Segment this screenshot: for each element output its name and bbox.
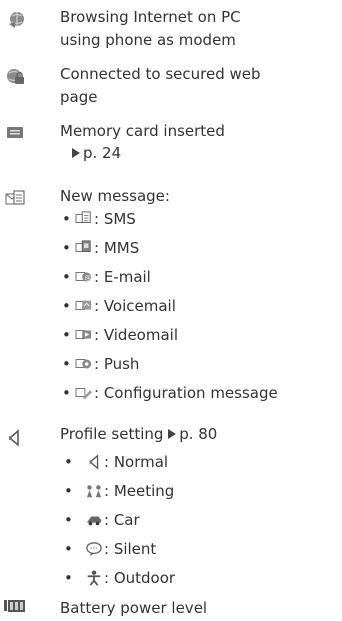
list-item-label: : Outdoor <box>104 569 176 587</box>
list-item: • : Videomail <box>62 325 178 346</box>
list-item-label: : Videomail <box>94 326 178 344</box>
bullet: • <box>62 297 71 315</box>
list-item: • : Silent <box>64 539 156 560</box>
entry-text-line-1: Battery power level <box>60 599 208 617</box>
entry-text-line-2: using phone as modem <box>60 31 236 49</box>
list-item-label: : Car <box>104 511 140 529</box>
mms-icon <box>75 240 91 252</box>
list-item: • : Voicemail <box>62 296 176 317</box>
bullet: • <box>64 569 73 587</box>
list-item: • : Car <box>64 510 140 531</box>
list-item-label: : Voicemail <box>94 297 176 315</box>
page-ref-text: p. 80 <box>179 425 218 443</box>
meeting-icon <box>86 485 102 498</box>
normal-speaker-icon <box>89 454 99 470</box>
sms-icon <box>75 211 91 223</box>
entry-text-line-1: Memory card inserted <box>60 122 225 140</box>
list-item: • : Configuration message <box>62 383 278 404</box>
bullet: • <box>62 210 71 228</box>
list-item-label: : Push <box>94 355 140 373</box>
entry-text-line-1: Browsing Internet on PC <box>60 8 241 26</box>
page-reference: p. 24 <box>72 143 121 164</box>
list-item-label: : Meeting <box>104 482 175 500</box>
bullet: • <box>62 384 71 402</box>
list-item: • @ : E-mail <box>62 267 151 288</box>
list-item-label: : Configuration message <box>94 384 278 402</box>
list-item: • : Normal <box>64 452 168 473</box>
list-item-label: : Normal <box>104 453 169 471</box>
globe-pc-icon <box>9 12 24 28</box>
videomail-icon <box>75 330 92 339</box>
svg-text:@: @ <box>84 274 90 282</box>
list-item: • : Outdoor <box>64 568 175 589</box>
list-item-label: : E-mail <box>94 268 151 286</box>
battery-icon <box>4 600 25 612</box>
globe-lock-icon <box>7 69 24 84</box>
bullet: • <box>64 540 73 558</box>
list-item: • : Meeting <box>64 481 174 502</box>
entry-text-line-1: New message: <box>60 187 170 205</box>
list-item: • : MMS <box>62 238 139 259</box>
outdoor-icon <box>87 570 101 586</box>
profile-setting-label: Profile setting <box>60 425 164 443</box>
arrow-icon <box>72 148 80 158</box>
bullet: • <box>64 453 73 471</box>
push-icon <box>75 359 92 369</box>
voicemail-icon <box>75 300 92 310</box>
bullet: • <box>64 511 73 529</box>
email-icon: @ <box>75 272 92 282</box>
car-icon <box>86 516 102 526</box>
configuration-icon <box>75 388 92 400</box>
entry-text-line-2: page <box>60 88 98 106</box>
bullet: • <box>62 239 71 257</box>
entry-text-line-1: Connected to secured web <box>60 65 261 83</box>
silent-icon <box>86 542 102 557</box>
bullet: • <box>62 326 71 344</box>
list-item: • : Push <box>62 354 139 375</box>
list-item-label: : SMS <box>94 210 136 228</box>
list-item-label: : MMS <box>94 239 140 257</box>
bullet: • <box>62 268 71 286</box>
bullet: • <box>62 355 71 373</box>
page-ref-text: p. 24 <box>83 144 122 162</box>
memory-card-icon <box>7 127 23 138</box>
arrow-icon <box>168 429 177 439</box>
list-item: • : SMS <box>62 209 136 230</box>
bullet: • <box>64 482 73 500</box>
speaker-icon <box>9 429 19 447</box>
entry-text-line-1: Profile setting p. 80 <box>60 424 217 445</box>
new-message-icon <box>5 190 25 205</box>
list-item-label: : Silent <box>104 540 157 558</box>
